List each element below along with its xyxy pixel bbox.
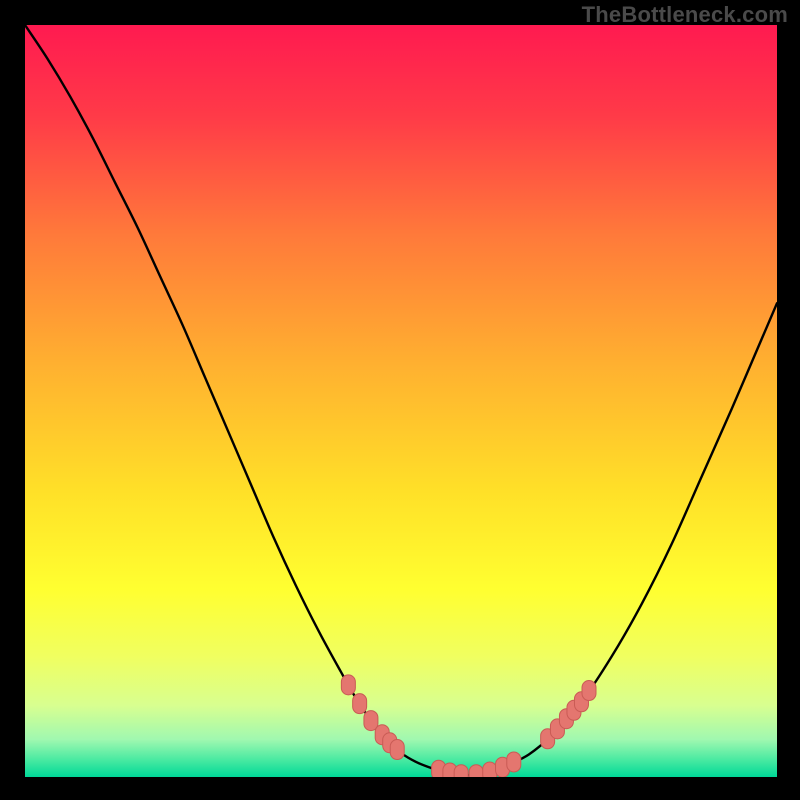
dot-left-1 xyxy=(353,694,367,714)
dot-right-5 xyxy=(582,681,596,701)
dot-left-0 xyxy=(341,675,355,695)
watermark-text: TheBottleneck.com xyxy=(582,2,788,28)
plot-bg xyxy=(25,25,777,777)
dot-valley-6 xyxy=(507,752,521,772)
chart-container: TheBottleneck.com xyxy=(0,0,800,800)
dot-left-2 xyxy=(364,711,378,731)
dot-left-5 xyxy=(390,740,404,760)
bottleneck-chart xyxy=(0,0,800,800)
